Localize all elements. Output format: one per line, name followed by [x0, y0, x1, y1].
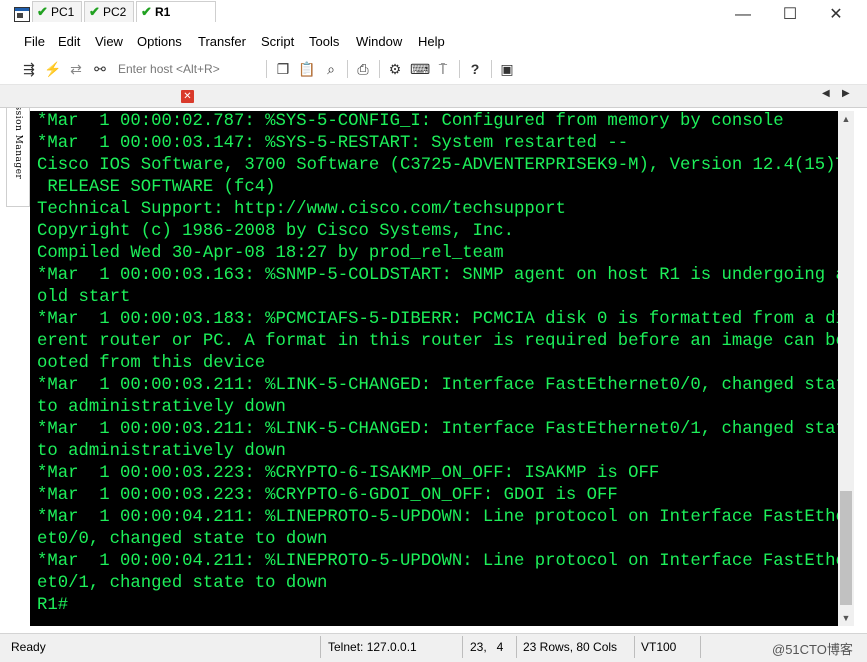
help-icon[interactable]: ? [466, 60, 484, 78]
status-cursor: 23, 4 [470, 640, 504, 654]
status-divider [634, 636, 635, 658]
tab-scroll-right-icon[interactable]: ▶ [842, 88, 850, 99]
menu-tools[interactable]: Tools [309, 34, 339, 49]
terminal-line: *Mar 1 00:00:03.211: %LINK-5-CHANGED: In… [37, 420, 838, 439]
menu-help[interactable]: Help [418, 34, 445, 49]
terminal-output: *Mar 1 00:00:02.787: %SYS-5-CONFIG_I: Co… [30, 111, 838, 617]
terminal-line: *Mar 1 00:00:03.223: %CRYPTO-6-ISAKMP_ON… [37, 464, 660, 483]
terminal-line: *Mar 1 00:00:02.787: %SYS-5-CONFIG_I: Co… [37, 112, 784, 131]
terminal-line: *Mar 1 00:00:03.223: %CRYPTO-6-GDOI_ON_O… [37, 486, 618, 505]
menu-window[interactable]: Window [356, 34, 402, 49]
terminal-line: old start [37, 288, 131, 307]
toolbar: ⇶ ⚡ ⇄ ⚯ ❐ 📋 ⌕ ⎙ ⚙ ⌨ ⍑ ? ▣ [0, 54, 867, 85]
connected-check-icon: ✔ [37, 4, 48, 19]
tab-r1[interactable]: ✔ R1 [136, 1, 216, 22]
menu-file[interactable]: File [24, 34, 45, 49]
tab-label: PC2 [103, 5, 127, 19]
menu-edit[interactable]: Edit [58, 34, 80, 49]
status-emulation: VT100 [641, 640, 677, 654]
copy-icon[interactable]: ❐ [274, 60, 292, 78]
toolbar-separator [379, 60, 380, 78]
connected-check-icon: ✔ [141, 4, 152, 19]
terminal-line: Copyright (c) 1986-2008 by Cisco Systems… [37, 222, 515, 241]
terminal-line: ooted from this device [37, 354, 266, 373]
tab-scroll-left-icon[interactable]: ◀ [822, 88, 830, 99]
terminal-line: Cisco IOS Software, 3700 Software (C3725… [37, 156, 838, 175]
terminal-screen[interactable]: *Mar 1 00:00:02.787: %SYS-5-CONFIG_I: Co… [30, 111, 838, 626]
sftp-icon[interactable]: ⍑ [434, 60, 452, 78]
menu-script[interactable]: Script [261, 34, 294, 49]
disconnect-icon[interactable]: ⚯ [91, 60, 109, 78]
terminal-line: *Mar 1 00:00:03.163: %SNMP-5-COLDSTART: … [37, 266, 838, 285]
scroll-up-arrow-icon[interactable]: ▲ [838, 111, 854, 127]
tab-strip [0, 85, 867, 108]
terminal-line: *Mar 1 00:00:04.211: %LINEPROTO-5-UPDOWN… [37, 508, 838, 527]
toolbar-separator [459, 60, 460, 78]
tab-label: R1 [155, 5, 171, 19]
settings-icon[interactable]: ⚙ [386, 60, 404, 78]
terminal-line: to administratively down [37, 398, 286, 417]
toolbar-separator [347, 60, 348, 78]
terminal-scrollbar[interactable]: ▲ ▼ [838, 111, 854, 626]
watermark: @51CTO博客 [772, 642, 853, 657]
terminal-line: R1# [37, 596, 69, 615]
tab-pc1[interactable]: ✔ PC1 [32, 1, 82, 22]
status-divider [516, 636, 517, 658]
terminal-line: RELEASE SOFTWARE (fc4) [37, 178, 276, 197]
terminal-line: erent router or PC. A format in this rou… [37, 332, 838, 351]
terminal-line: Technical Support: http://www.cisco.com/… [37, 200, 566, 219]
terminal-line: *Mar 1 00:00:03.147: %SYS-5-RESTART: Sys… [37, 134, 629, 153]
status-divider [462, 636, 463, 658]
status-ready: Ready [11, 640, 46, 654]
screenshot-icon[interactable]: ▣ [498, 60, 516, 78]
print-icon[interactable]: ⎙ [354, 60, 372, 78]
scroll-down-arrow-icon[interactable]: ▼ [838, 610, 854, 626]
connected-check-icon: ✔ [89, 4, 100, 19]
close-tab-icon[interactable]: ✕ [181, 90, 194, 103]
menu-bar: File Edit View Options Transfer Script T… [0, 30, 867, 54]
find-icon[interactable]: ⌕ [322, 60, 340, 78]
close-button[interactable]: ✕ [813, 0, 859, 30]
terminal-line: *Mar 1 00:00:03.183: %PCMCIAFS-5-DIBERR:… [37, 310, 838, 329]
toolbar-separator [491, 60, 492, 78]
terminal-line: et0/1, changed state to down [37, 574, 328, 593]
status-divider [320, 636, 321, 658]
tab-pc2[interactable]: ✔ PC2 [84, 1, 134, 22]
menu-options[interactable]: Options [137, 34, 182, 49]
keymap-icon[interactable]: ⌨ [410, 60, 430, 78]
paste-icon[interactable]: 📋 [298, 60, 316, 78]
status-divider [700, 636, 701, 658]
terminal-line: to administratively down [37, 442, 286, 461]
terminal-line: *Mar 1 00:00:04.211: %LINEPROTO-5-UPDOWN… [37, 552, 838, 571]
menu-view[interactable]: View [95, 34, 123, 49]
terminal-line: *Mar 1 00:00:03.211: %LINK-5-CHANGED: In… [37, 376, 838, 395]
enter-host-input[interactable] [112, 59, 274, 79]
status-connection: Telnet: 127.0.0.1 [328, 640, 417, 654]
status-size: 23 Rows, 80 Cols [523, 640, 618, 654]
terminal-line: Compiled Wed 30-Apr-08 18:27 by prod_rel… [37, 244, 504, 263]
status-bar: Ready Telnet: 127.0.0.1 23, 4 23 Rows, 8… [0, 633, 867, 662]
reconnect-icon[interactable]: ⇄ [67, 60, 85, 78]
menu-transfer[interactable]: Transfer [198, 34, 246, 49]
scroll-thumb[interactable] [840, 491, 852, 605]
maximize-button[interactable]: ☐ [767, 0, 813, 30]
toolbar-separator [266, 60, 267, 78]
app-icon [14, 7, 30, 22]
tab-label: PC1 [51, 5, 75, 19]
minimize-button[interactable]: — [720, 0, 766, 30]
connect-icon[interactable]: ⇶ [20, 60, 38, 78]
quick-connect-icon[interactable]: ⚡ [44, 60, 62, 78]
terminal-line: et0/0, changed state to down [37, 530, 328, 549]
